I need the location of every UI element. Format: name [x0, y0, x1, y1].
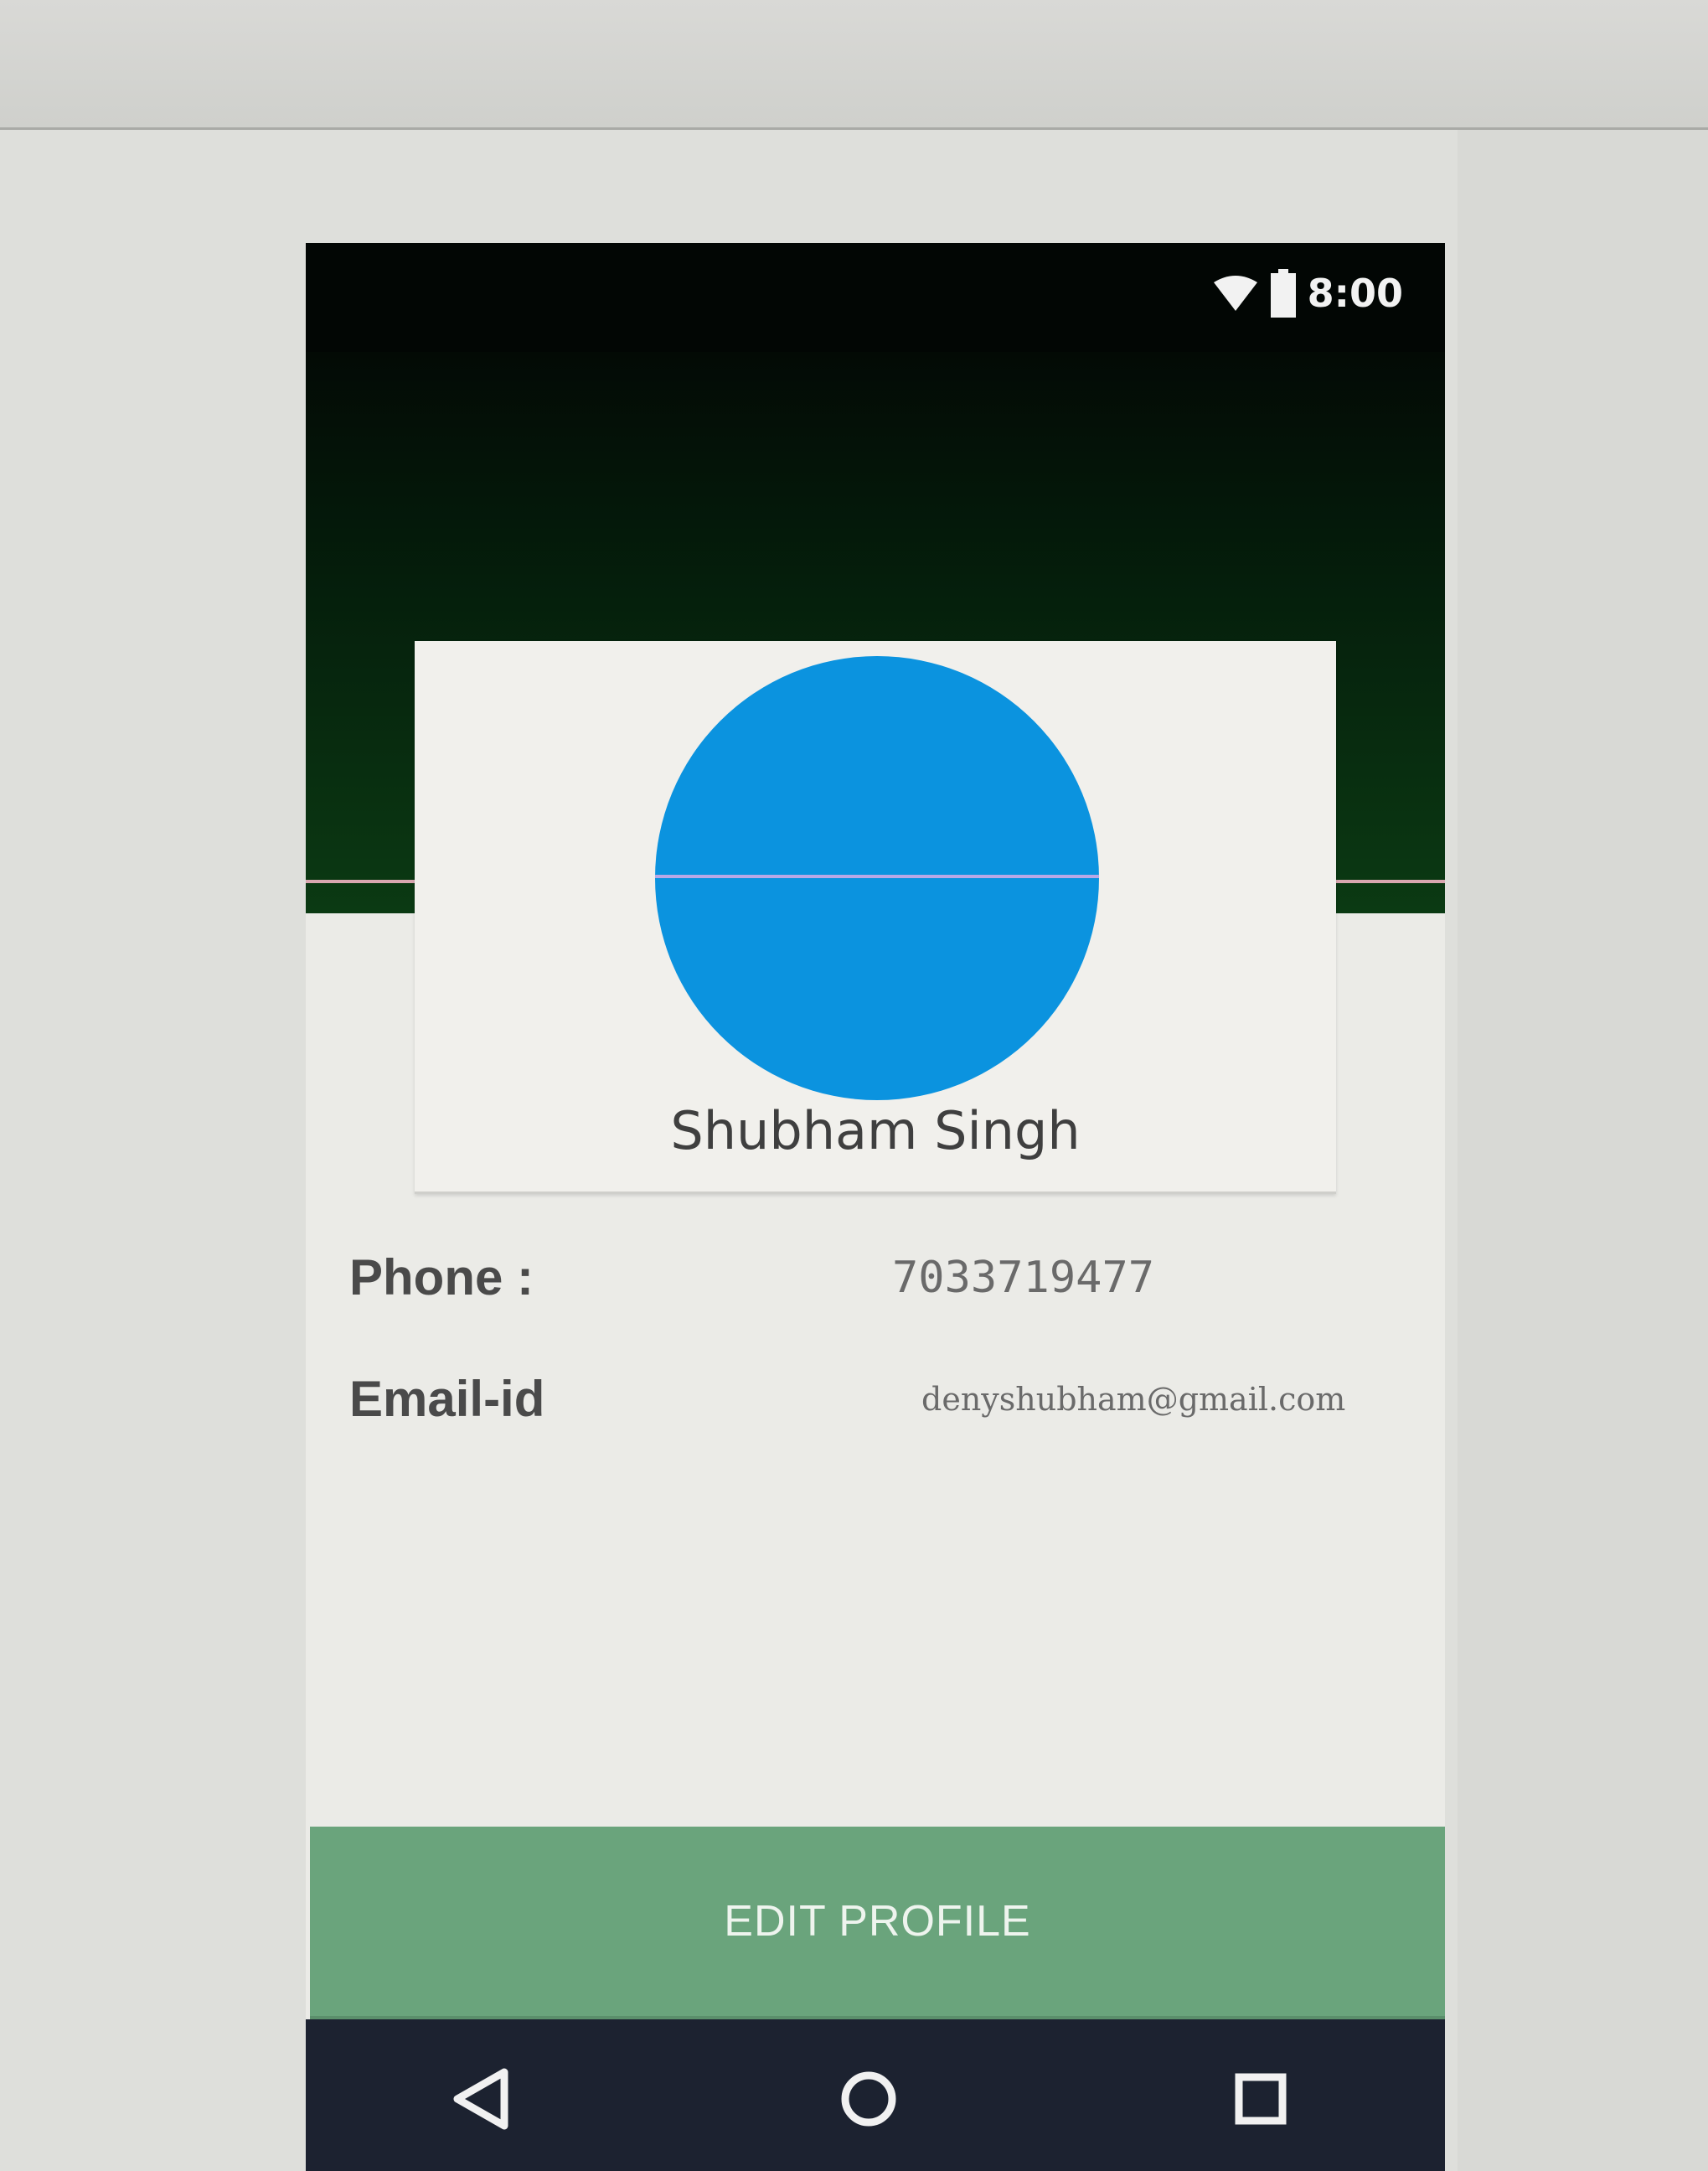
edit-profile-button[interactable]: EDIT PROFILE [310, 1827, 1445, 2019]
status-time: 8:00 [1307, 271, 1403, 316]
email-value: denyshubham@gmail.com [921, 1381, 1346, 1418]
navigation-bar [306, 2019, 1445, 2171]
phone-screen: 8:00 Shubham Singh Phone : 7033719477 Em… [306, 243, 1445, 2171]
recent-apps-icon[interactable] [1223, 2061, 1298, 2137]
home-icon[interactable] [831, 2061, 906, 2137]
profile-card: Shubham Singh [415, 641, 1336, 1194]
avatar-divider [655, 875, 1099, 878]
status-bar: 8:00 [306, 243, 1445, 352]
monitor-background [1458, 130, 1708, 2171]
profile-name: Shubham Singh [670, 1100, 1081, 1161]
wifi-icon [1212, 274, 1259, 313]
back-icon[interactable] [442, 2061, 518, 2137]
email-label: Email-id [349, 1371, 545, 1427]
avatar[interactable] [655, 656, 1099, 1100]
monitor-top-bezel [0, 0, 1708, 130]
phone-label: Phone : [349, 1249, 534, 1305]
battery-icon [1270, 269, 1296, 318]
status-icons: 8:00 [1212, 268, 1403, 318]
phone-value: 7033719477 [892, 1253, 1155, 1303]
